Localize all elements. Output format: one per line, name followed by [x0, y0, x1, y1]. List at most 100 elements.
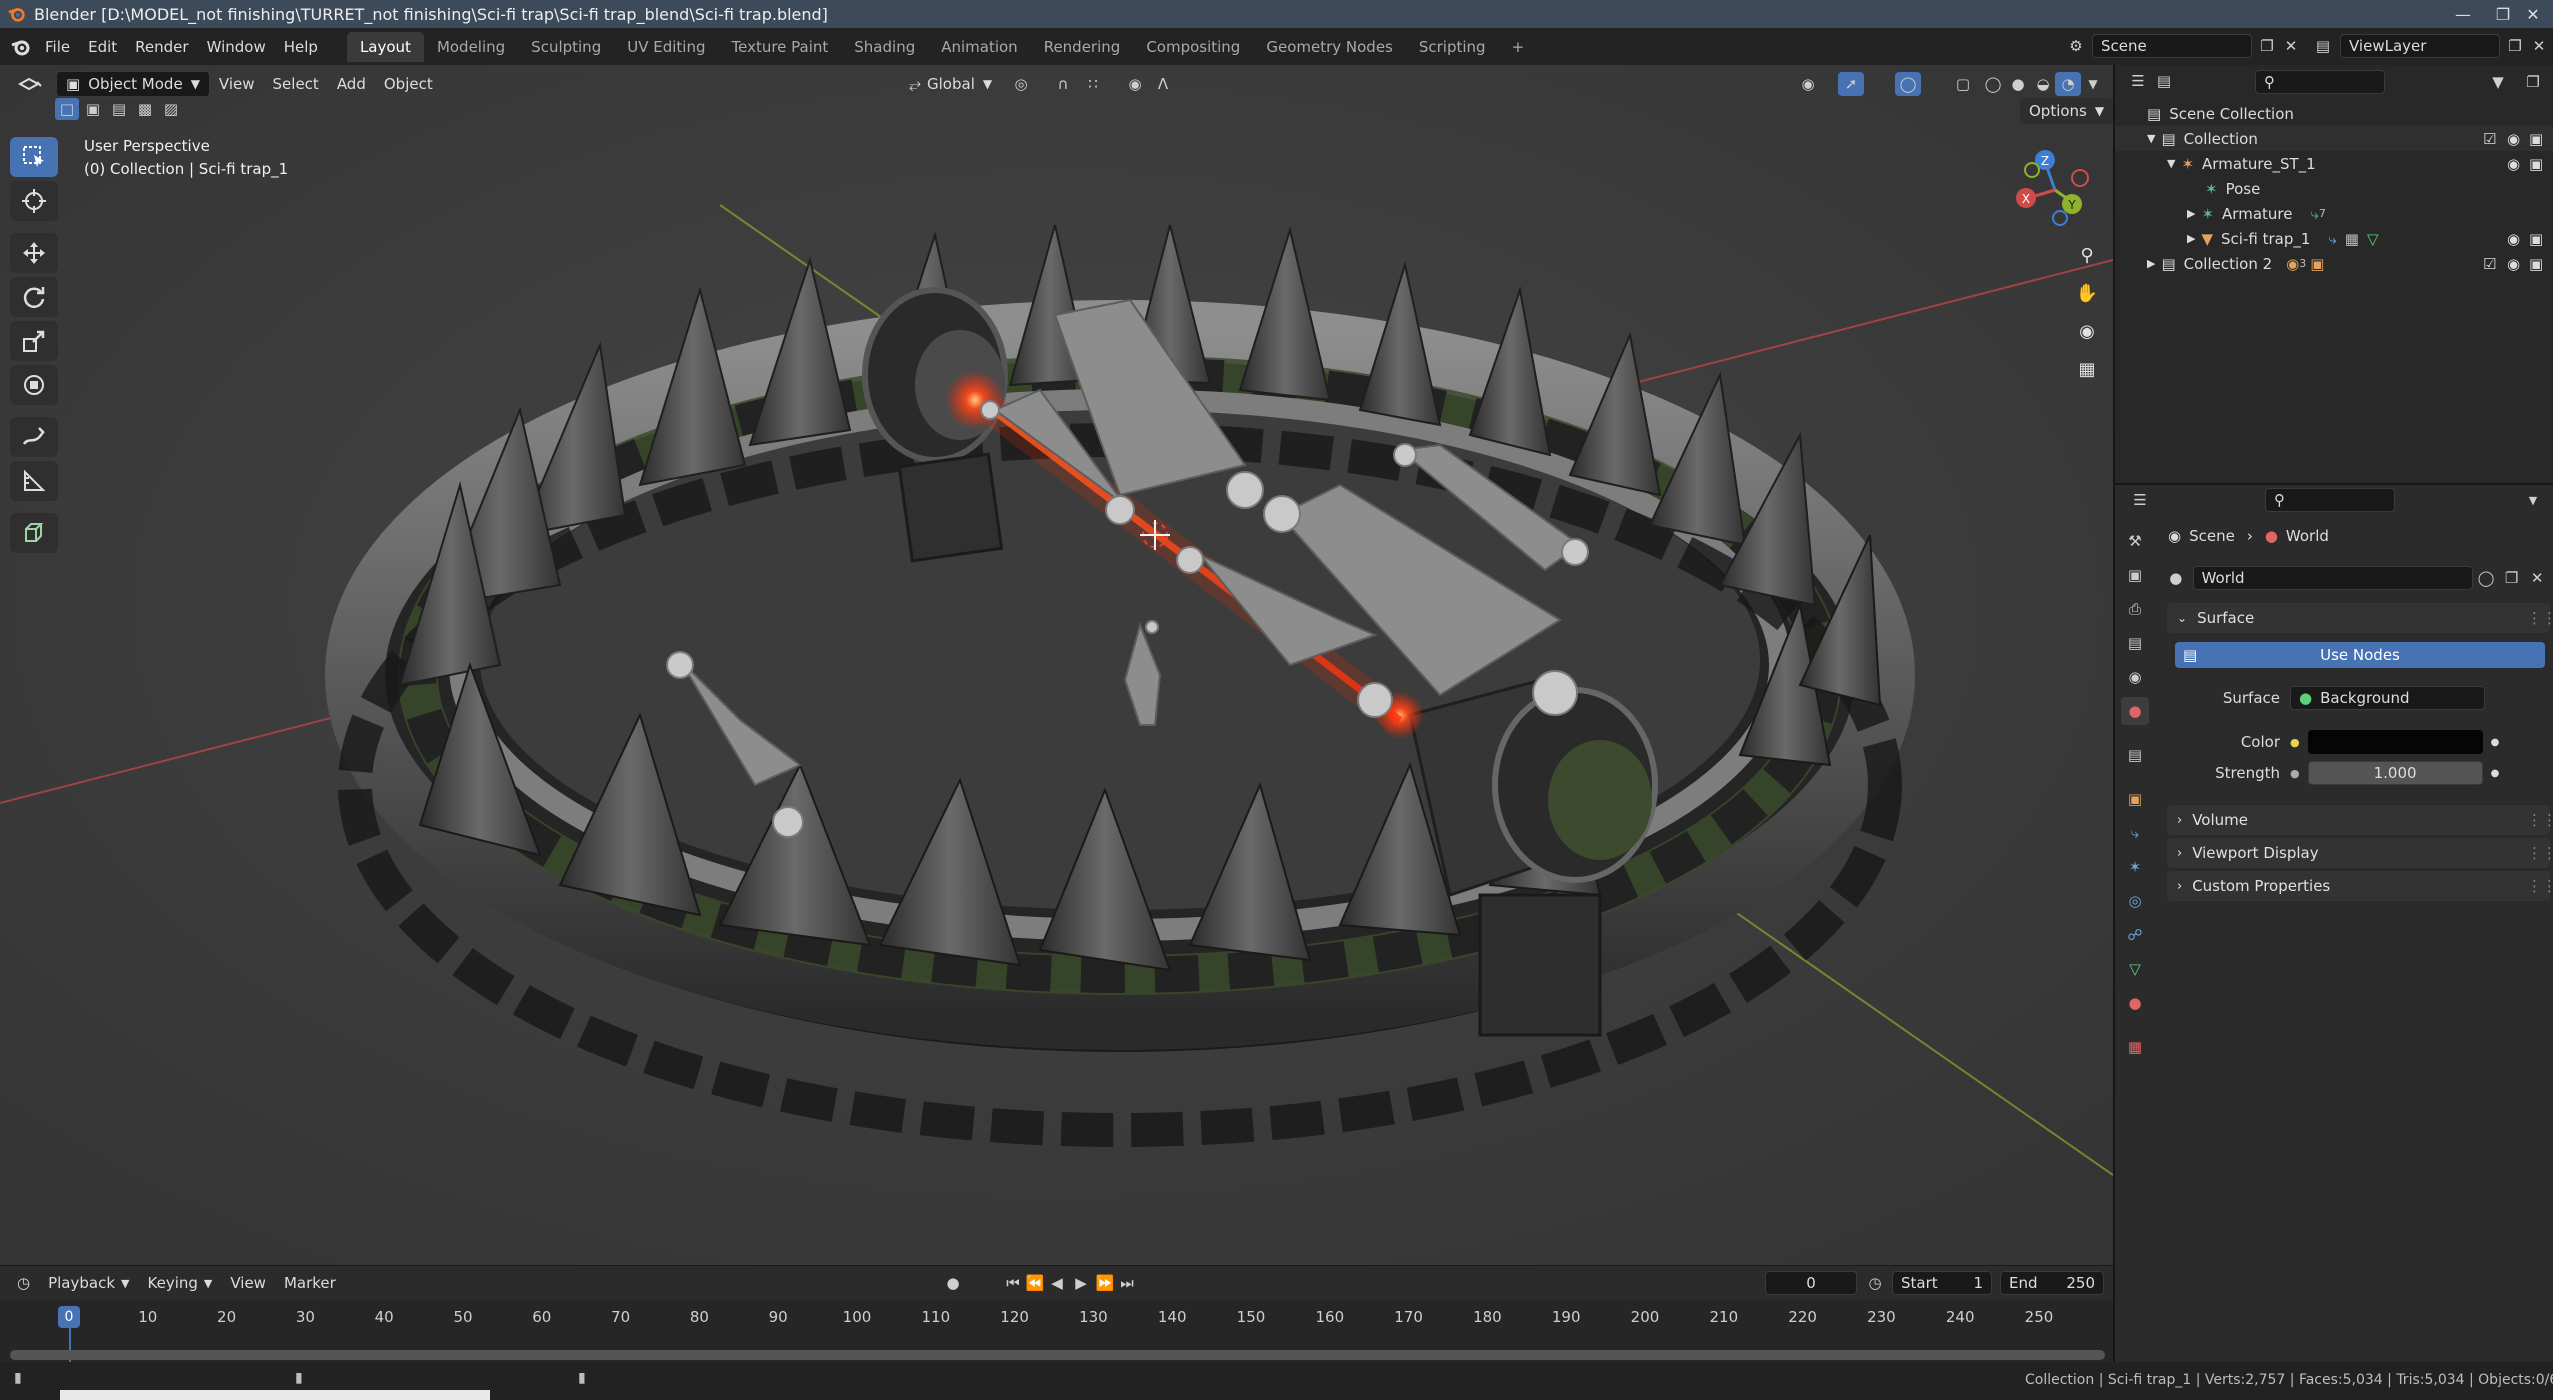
select-box-tool[interactable]	[10, 137, 58, 177]
close-icon[interactable]: ✕	[2510, 0, 2553, 28]
overlay-toggle-icon[interactable]: ◯	[1895, 72, 1921, 96]
menu-render[interactable]: Render	[126, 28, 197, 65]
strength-field[interactable]: 1.000	[2307, 761, 2483, 785]
eye-icon[interactable]: ◉	[2507, 255, 2520, 273]
tab-shading[interactable]: Shading	[841, 32, 928, 62]
expand-arrow-icon[interactable]: ▶	[2147, 257, 2155, 270]
scale-tool[interactable]	[10, 321, 58, 361]
tab-sculpting[interactable]: Sculpting	[518, 32, 614, 62]
keyframe-dot-icon[interactable]: ●	[2491, 768, 2500, 779]
snap-icon[interactable]: ∩	[1050, 72, 1076, 96]
tab-uv-editing[interactable]: UV Editing	[614, 32, 718, 62]
solid-shading-icon[interactable]: ●	[2005, 72, 2031, 96]
select-subtract-icon[interactable]: ▤	[107, 98, 131, 120]
timeline-menu-view[interactable]: View	[221, 1270, 275, 1296]
measure-tool[interactable]	[10, 461, 58, 501]
collection-tab-icon[interactable]: ▤	[2121, 741, 2149, 769]
play-reverse-icon[interactable]: ◀	[1044, 1271, 1070, 1295]
world-name-field[interactable]: World	[2192, 566, 2474, 590]
select-invert-icon[interactable]: ▩	[133, 98, 157, 120]
tool-tab-icon[interactable]: ⚒	[2121, 527, 2149, 555]
navigation-gizmo[interactable]: Z Y X	[2010, 140, 2105, 235]
add-workspace-icon[interactable]: +	[1499, 32, 1538, 62]
constraints-tab-icon[interactable]: ☍	[2121, 921, 2149, 949]
checkbox-icon[interactable]: ☑	[2483, 255, 2496, 273]
mode-dropdown[interactable]: ▣ Object Mode ▼	[56, 71, 210, 97]
fake-user-icon[interactable]: ◯	[2473, 566, 2499, 590]
gizmo-toggle-icon[interactable]: ➚	[1838, 72, 1864, 96]
expand-arrow-icon[interactable]: ▶	[2187, 232, 2195, 245]
zoom-icon[interactable]: ⚲	[2068, 237, 2106, 273]
options-button[interactable]: Options ▼	[2020, 98, 2113, 124]
texture-tab-icon[interactable]: ▦	[2121, 1033, 2149, 1061]
volume-panel-header[interactable]: › Volume ⋮⋮	[2167, 805, 2553, 835]
delete-view-layer-icon[interactable]: ✕	[2526, 34, 2552, 58]
expand-arrow-icon[interactable]: ▼	[2147, 132, 2155, 145]
scene-icon[interactable]: ⚙	[2063, 34, 2089, 58]
timeline-menu-marker[interactable]: Marker	[275, 1270, 345, 1296]
material-tab-icon[interactable]: ●	[2121, 989, 2149, 1017]
properties-editor-icon[interactable]: ☰	[2127, 488, 2153, 512]
tab-animation[interactable]: Animation	[928, 32, 1030, 62]
scene-field[interactable]: Scene	[2092, 34, 2252, 58]
outliner-editor-icon[interactable]: ☰	[2125, 69, 2151, 93]
proportional-edit-icon[interactable]: ◉	[1122, 72, 1148, 96]
use-nodes-button[interactable]: ▤ Use Nodes	[2175, 642, 2545, 668]
menu-window[interactable]: Window	[198, 28, 275, 65]
playhead[interactable]: 0	[58, 1306, 80, 1328]
menu-help[interactable]: Help	[275, 28, 327, 65]
tab-scripting[interactable]: Scripting	[1406, 32, 1499, 62]
start-frame-field[interactable]: Start 1	[1892, 1271, 1992, 1295]
current-frame-field[interactable]: 0	[1765, 1271, 1857, 1295]
outliner-row-collection[interactable]: ▼ ▤ Collection ☑ ◉ ▣	[2115, 126, 2553, 151]
drag-handle-icon[interactable]: ⋮⋮	[2527, 609, 2553, 627]
keyframe-dot-icon[interactable]: ●	[2491, 737, 2500, 748]
camera-icon[interactable]: ▣	[2529, 130, 2543, 148]
timeline-editor-icon[interactable]: ◷	[8, 1270, 39, 1296]
view-layer-field[interactable]: ViewLayer	[2340, 34, 2500, 58]
view-layer-tab-icon[interactable]: ▤	[2121, 629, 2149, 657]
modifier-tab-icon[interactable]: ⤷	[2121, 819, 2149, 847]
new-view-layer-icon[interactable]: ❐	[2502, 34, 2528, 58]
jump-end-icon[interactable]: ⏭	[1114, 1271, 1140, 1295]
surface-panel-header[interactable]: ⌄ Surface ⋮⋮	[2167, 603, 2553, 633]
editor-type-icon[interactable]	[8, 71, 52, 97]
eye-icon[interactable]: ◉	[2507, 130, 2520, 148]
new-scene-icon[interactable]: ❐	[2254, 34, 2280, 58]
perspective-toggle-icon[interactable]: ▦	[2068, 351, 2106, 387]
outliner-row-collection-2[interactable]: ▶ ▤ Collection 2 ◉ 3 ▣ ☑ ◉ ▣	[2115, 251, 2553, 276]
3d-viewport[interactable]: ▣ Object Mode ▼ View Select Add Object ⥂…	[0, 65, 2113, 1265]
annotate-tool[interactable]	[10, 417, 58, 457]
add-cube-tool[interactable]	[10, 513, 58, 553]
expand-arrow-icon[interactable]: ▶	[2187, 207, 2195, 220]
outliner-row-armature-st[interactable]: ▼ ✶ Armature_ST_1 ◉ ▣	[2115, 151, 2553, 176]
drag-handle-icon[interactable]: ⋮⋮	[2527, 877, 2553, 895]
menu-edit[interactable]: Edit	[79, 28, 126, 65]
delete-scene-icon[interactable]: ✕	[2278, 34, 2304, 58]
camera-icon[interactable]: ▣	[2529, 230, 2543, 248]
pan-hand-icon[interactable]: ✋	[2068, 275, 2106, 311]
select-new-icon[interactable]: □	[55, 98, 79, 120]
viewport-menu-object[interactable]: Object	[375, 71, 442, 97]
world-browse-icon[interactable]: ●	[2163, 566, 2189, 590]
visibility-icon[interactable]: ◉	[1795, 72, 1821, 96]
tab-layout[interactable]: Layout	[346, 31, 424, 62]
output-tab-icon[interactable]: ⎙	[2121, 595, 2149, 623]
tab-texture-paint[interactable]: Texture Paint	[718, 32, 841, 62]
play-icon[interactable]: ▶	[1068, 1271, 1094, 1295]
surface-shader-field[interactable]: ● Background	[2290, 686, 2485, 710]
viewport-menu-view[interactable]: View	[210, 71, 264, 97]
eye-icon[interactable]: ◉	[2507, 155, 2520, 173]
color-swatch[interactable]	[2307, 730, 2483, 754]
outliner-search-input[interactable]: ⚲	[2255, 70, 2385, 94]
pivot-point-icon[interactable]: ◎	[1008, 72, 1034, 96]
outliner-row-scene-collection[interactable]: ▤ Scene Collection	[2115, 101, 2553, 126]
outliner-row-sci-fi-trap[interactable]: ▶ ▼ Sci-fi trap_1 ⤷ ▦ ▽ ◉ ▣	[2115, 226, 2553, 251]
shading-options-icon[interactable]: ▼	[2080, 72, 2106, 96]
transform-tool[interactable]	[10, 365, 58, 405]
timeline-scrollbar[interactable]	[10, 1350, 2105, 1360]
move-tool[interactable]	[10, 233, 58, 273]
unlink-world-icon[interactable]: ✕	[2524, 566, 2550, 590]
outliner-row-armature[interactable]: ▶ ✶ Armature ⤷ 7	[2115, 201, 2553, 226]
blender-menu-icon[interactable]	[6, 35, 36, 59]
